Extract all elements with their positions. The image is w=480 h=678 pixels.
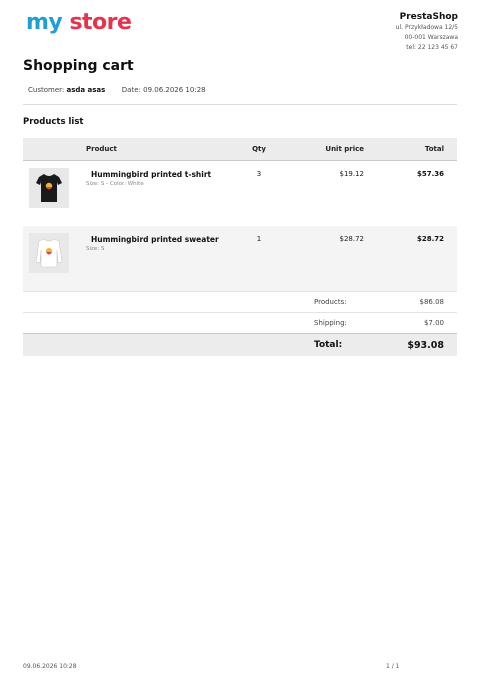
header-divider xyxy=(23,104,457,105)
products-table: Product Qty Unit price Total Hummingbird… xyxy=(23,138,457,356)
header-qty: Qty xyxy=(244,138,274,161)
shop-name: PrestaShop xyxy=(399,12,458,22)
products-list-title: Products list xyxy=(23,117,84,127)
shop-info: PrestaShop ul. Przykładowa 12/5 00-001 W… xyxy=(396,12,458,53)
t-shirt-icon xyxy=(36,174,62,202)
logo-text-my: my xyxy=(26,10,70,35)
date-label: Date: xyxy=(121,86,141,94)
footer-page-number: 1 / 1 xyxy=(386,663,400,670)
product-total: $57.36 xyxy=(416,170,444,178)
header-total: Total xyxy=(364,138,457,161)
sweater-icon xyxy=(36,238,62,268)
product-unit-price: $28.72 xyxy=(274,226,364,292)
summary-shipping-label: Shipping: xyxy=(274,312,364,334)
summary-row-shipping: Shipping: $7.00 xyxy=(23,312,457,334)
logo-text-store: store xyxy=(69,10,132,35)
table-row: Hummingbird printed t-shirt Size: S - Co… xyxy=(23,161,457,227)
page-title: Shopping cart xyxy=(23,58,134,74)
product-attributes: Size: S xyxy=(86,246,105,252)
summary-total-label: Total: xyxy=(274,333,364,356)
product-qty: 1 xyxy=(244,226,274,292)
table-row: Hummingbird printed sweater Size: S 1 $2… xyxy=(23,226,457,292)
shop-phone: tel: 22 123 45 67 xyxy=(406,44,458,51)
customer-name: asda asas xyxy=(66,86,106,94)
date-value: 09.06.2026 10:28 xyxy=(143,86,206,94)
summary-row-total: Total: $93.08 xyxy=(23,333,457,356)
store-logo: my store xyxy=(26,10,132,36)
customer-label: Customer: xyxy=(28,86,65,94)
product-total: $28.72 xyxy=(364,226,457,292)
product-thumbnail xyxy=(29,233,69,273)
product-thumbnail xyxy=(29,168,69,208)
header-unit-price: Unit price xyxy=(274,138,364,161)
product-unit-price: $19.12 xyxy=(339,170,365,178)
header-product: Product xyxy=(23,138,244,161)
summary-row-products: Products: $86.08 xyxy=(23,291,457,313)
summary-products-label: Products: xyxy=(274,291,364,313)
cart-meta: Customer: asda asas Date: 09.06.2026 10:… xyxy=(28,86,206,94)
shop-address-line2: 00-001 Warszawa xyxy=(404,34,458,41)
product-attributes: Size: S - Color: White xyxy=(86,181,144,187)
footer-date: 09.06.2026 10:28 xyxy=(23,663,77,670)
table-header-row: Product Qty Unit price Total xyxy=(23,138,457,161)
product-name: Hummingbird printed t-shirt xyxy=(91,170,212,179)
summary-shipping-value: $7.00 xyxy=(364,312,457,334)
shop-address-line1: ul. Przykładowa 12/5 xyxy=(395,24,458,31)
product-name: Hummingbird printed sweater xyxy=(91,235,219,244)
product-qty: 3 xyxy=(256,170,262,178)
summary-products-value: $86.08 xyxy=(364,291,457,313)
summary-total-value: $93.08 xyxy=(364,333,457,356)
